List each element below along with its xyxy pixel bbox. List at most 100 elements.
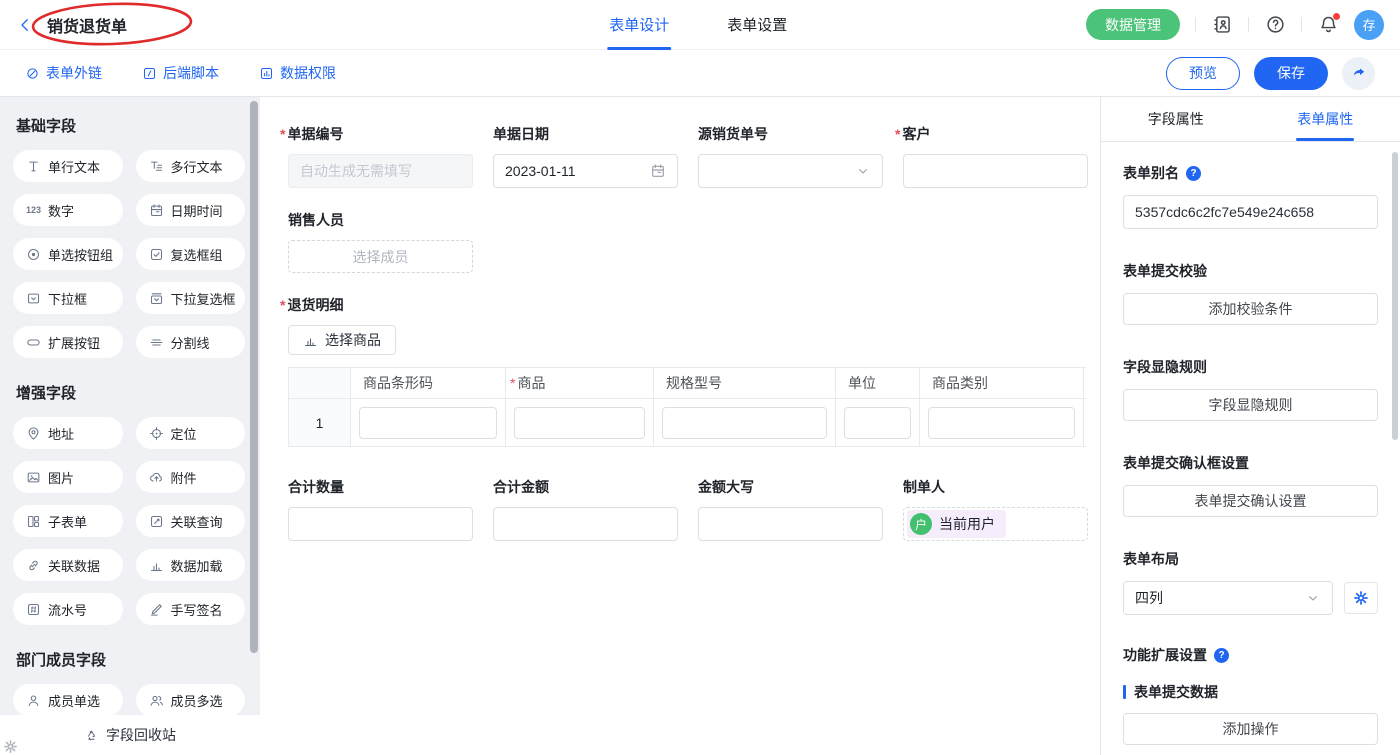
field-type-member-single[interactable]: 成员单选 [13,684,123,716]
sidebar-scrollbar[interactable] [250,101,258,653]
total-amount-input[interactable] [493,507,678,541]
spec-cell-input[interactable] [662,407,827,439]
tab-form-properties[interactable]: 表单属性 [1251,97,1400,141]
help-icon[interactable] [1264,14,1286,36]
doc-no-input [288,154,473,188]
field-label: 客户 [903,124,1088,144]
field-type-datetime[interactable]: 日期时间 [136,194,246,226]
form-layout-label: 表单布局 [1123,549,1378,569]
gear-icon [1353,590,1369,606]
barcode-cell-input[interactable] [359,407,497,439]
data-manage-button[interactable]: 数据管理 [1086,9,1180,40]
doc-date-input[interactable]: 2023-01-11 [493,154,678,188]
crosshair-icon [149,426,164,441]
field-type-single-line-text[interactable]: 单行文本 [13,150,123,182]
field-sales-member[interactable]: 销售人员 选择成员 [288,210,1100,273]
image-icon [26,470,41,485]
submit-data-add-action-button[interactable]: 添加操作 [1123,713,1378,745]
section-title-basic: 基础字段 [16,115,245,136]
checkbox-icon [149,247,164,262]
tab-field-properties[interactable]: 字段属性 [1101,97,1251,141]
panel-scrollbar[interactable] [1392,152,1398,440]
visibility-rules-button[interactable]: 字段显隐规则 [1123,389,1378,421]
creator-member-box[interactable]: 户 当前用户 [903,507,1088,541]
help-icon[interactable]: ? [1186,166,1201,181]
detail-table: 商品条形码 商品 规格型号 单位 商品类别 1 [288,367,1086,447]
field-type-divider[interactable]: 分割线 [136,326,246,358]
back-icon[interactable] [16,16,34,34]
divider [1301,17,1302,32]
form-row-1: 单据编号 单据日期 2023-01-11 源销货单号 [288,124,1100,188]
form-toolbar: 表单外链 后端脚本 数据权限 预览 保存 [0,50,1400,97]
product-cell-input[interactable] [514,407,645,439]
field-customer[interactable]: 客户 [903,124,1088,188]
layout-select[interactable]: 四列 [1123,581,1333,615]
field-recycle-bin[interactable]: 字段回收站 [0,715,260,755]
toolbar-actions: 预览 保存 [1166,57,1375,90]
data-permission-button[interactable]: 数据权限 [259,63,336,83]
field-source-order-no[interactable]: 源销货单号 [698,124,883,188]
field-doc-date[interactable]: 单据日期 2023-01-11 [493,124,678,188]
select-product-button[interactable]: 选择商品 [288,325,396,355]
field-label: 合计金额 [493,477,678,497]
field-type-image[interactable]: 图片 [13,461,123,493]
field-type-serial-number[interactable]: 流水号 [13,593,123,625]
select-icon [26,291,41,306]
calendar-icon [650,163,666,179]
field-type-radio-group[interactable]: 单选按钮组 [13,238,123,270]
properties-tabs: 字段属性 表单属性 [1101,97,1400,142]
field-type-data-load[interactable]: 数据加载 [136,549,246,581]
field-type-number[interactable]: 123数字 [13,194,123,226]
share-button[interactable] [1342,57,1375,90]
toolbar-links: 表单外链 后端脚本 数据权限 [25,63,336,83]
form-alias-label: 表单别名 ? [1123,163,1378,183]
form-alias-input[interactable] [1123,195,1378,229]
field-type-location[interactable]: 定位 [136,417,246,449]
avatar[interactable]: 存 [1354,10,1384,40]
customer-input[interactable] [903,154,1088,188]
field-return-detail[interactable]: 退货明细 选择商品 商品条形码 商品 规格型号 单位 商品类 [288,295,1100,447]
field-type-member-multi[interactable]: 成员多选 [136,684,246,716]
field-label: 单据日期 [493,124,678,144]
save-button[interactable]: 保存 [1254,57,1328,90]
select-member-button[interactable]: 选择成员 [288,240,473,273]
unit-cell-input[interactable] [844,407,911,439]
tab-form-settings[interactable]: 表单设置 [727,0,787,50]
field-type-extend-button[interactable]: 扩展按钮 [13,326,123,358]
field-type-subform[interactable]: 子表单 [13,505,123,537]
field-type-signature[interactable]: 手写签名 [136,593,246,625]
add-validation-button[interactable]: 添加校验条件 [1123,293,1378,325]
corner-widget-icon[interactable] [3,739,18,754]
backend-script-button[interactable]: 后端脚本 [142,63,219,83]
field-total-qty[interactable]: 合计数量 [288,477,473,541]
contacts-book-icon[interactable] [1211,14,1233,36]
layout-settings-button[interactable] [1344,582,1378,614]
category-cell-input[interactable] [928,407,1075,439]
amount-in-words-input[interactable] [698,507,883,541]
field-type-multi-line-text[interactable]: 多行文本 [136,150,246,182]
field-type-checkbox-group[interactable]: 复选框组 [136,238,246,270]
field-type-linked-query[interactable]: 关联查询 [136,505,246,537]
extension-settings-label: 功能扩展设置 ? [1123,645,1378,665]
field-doc-no[interactable]: 单据编号 [288,124,473,188]
subform-icon [26,514,41,529]
field-creator[interactable]: 制单人 户 当前用户 [903,477,1088,541]
field-type-address[interactable]: 地址 [13,417,123,449]
tab-form-design[interactable]: 表单设计 [609,0,669,50]
field-type-attachment[interactable]: 附件 [136,461,246,493]
field-type-multi-select[interactable]: 下拉复选框 [136,282,246,314]
textarea-icon [149,159,164,174]
help-icon[interactable]: ? [1214,648,1229,663]
external-link-button[interactable]: 表单外链 [25,63,102,83]
field-type-select[interactable]: 下拉框 [13,282,123,314]
field-total-amount[interactable]: 合计金额 [493,477,678,541]
field-type-linked-data[interactable]: 关联数据 [13,549,123,581]
field-amount-in-words[interactable]: 金额大写 [698,477,883,541]
total-qty-input[interactable] [288,507,473,541]
field-label: 退货明细 [288,295,1100,315]
preview-button[interactable]: 预览 [1166,57,1240,90]
recycle-icon [84,728,99,743]
notification-bell-icon[interactable] [1317,14,1339,36]
submit-confirm-button[interactable]: 表单提交确认设置 [1123,485,1378,517]
source-order-select[interactable] [698,154,883,188]
